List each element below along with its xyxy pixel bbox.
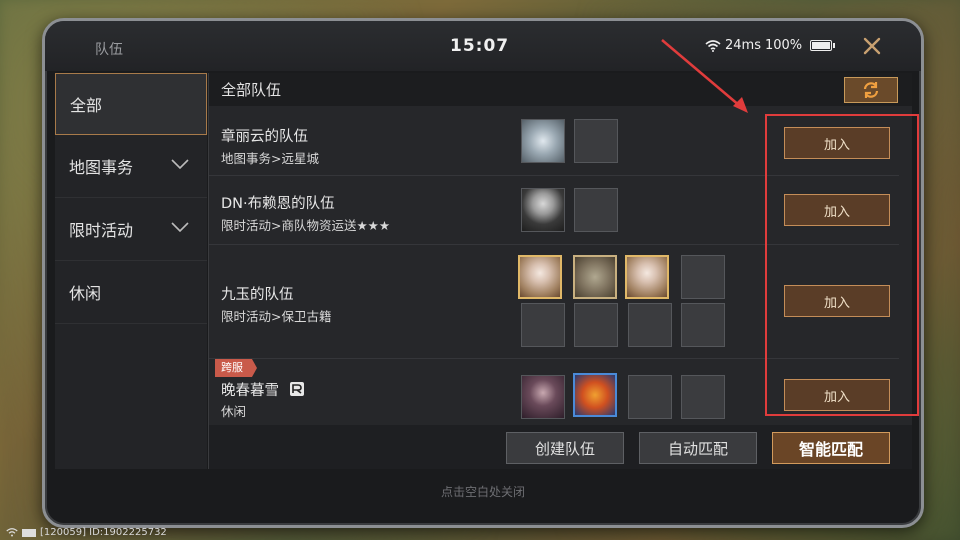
empty-slot — [681, 375, 725, 419]
close-icon — [863, 37, 881, 55]
team-name: 晚春暮雪 — [221, 383, 279, 399]
battery-icon — [22, 528, 36, 537]
list-title: 全部队伍 — [221, 81, 282, 99]
member-avatar — [521, 119, 565, 163]
team-name: 九玉的队伍 — [221, 287, 294, 303]
refresh-icon — [863, 82, 879, 98]
highlight-box — [765, 114, 919, 416]
empty-slot — [574, 119, 618, 163]
sidebar-item-label: 休闲 — [69, 284, 102, 303]
close-button[interactable] — [859, 33, 885, 59]
list-header: 全部队伍 — [209, 73, 912, 106]
close-hint: 点击空白处关闭 — [440, 485, 525, 499]
member-avatar — [573, 373, 617, 417]
empty-slot — [628, 375, 672, 419]
sidebar-item-leisure[interactable]: 休闲 — [55, 261, 207, 324]
wifi-icon — [6, 528, 18, 537]
chevron-down-icon — [171, 222, 189, 232]
refresh-button[interactable] — [844, 77, 898, 103]
empty-slot — [681, 255, 725, 299]
wifi-icon — [705, 39, 721, 52]
status-area: 24ms 100% — [705, 38, 836, 53]
latency: 24ms — [725, 38, 761, 53]
team-name: 章丽云的队伍 — [221, 129, 308, 145]
empty-slot — [628, 303, 672, 347]
member-avatar — [521, 375, 565, 419]
auto-match-button[interactable]: 自动匹配 — [639, 432, 757, 464]
team-activity: 休闲 — [221, 404, 247, 419]
clock: 15:07 — [450, 36, 510, 56]
team-activity: 限时活动>商队物资运送★★★ — [221, 218, 391, 233]
member-avatar — [573, 255, 617, 299]
sidebar-item-limited-events[interactable]: 限时活动 — [55, 198, 207, 261]
category-sidebar: 全部 地图事务 限时活动 休闲 — [55, 73, 207, 469]
cross-server-tag: 跨服 — [215, 359, 257, 377]
chevron-down-icon — [171, 159, 189, 169]
action-bar: 创建队伍 自动匹配 智能匹配 — [209, 425, 912, 469]
sidebar-item-label: 地图事务 — [69, 158, 134, 177]
member-avatar — [625, 255, 669, 299]
empty-slot — [681, 303, 725, 347]
smart-match-button[interactable]: 智能匹配 — [772, 432, 890, 464]
sidebar-item-label: 全部 — [70, 96, 103, 115]
team-activity: 地图事务>远星城 — [221, 151, 319, 166]
member-avatar — [521, 188, 565, 232]
sidebar-item-all[interactable]: 全部 — [55, 73, 207, 135]
create-team-button[interactable]: 创建队伍 — [506, 432, 624, 464]
leisure-icon — [290, 382, 304, 396]
team-name: DN·布赖恩的队伍 — [221, 196, 335, 212]
empty-slot — [521, 303, 565, 347]
member-avatar — [518, 255, 562, 299]
empty-slot — [574, 188, 618, 232]
battery-level: 100% — [764, 38, 803, 53]
sidebar-item-map-affairs[interactable]: 地图事务 — [55, 135, 207, 198]
battery-icon — [810, 40, 836, 51]
top-bar: 队伍 15:07 24ms 100% — [45, 21, 921, 71]
empty-slot — [574, 303, 618, 347]
sidebar-item-label: 限时活动 — [69, 221, 134, 240]
panel-title: 队伍 — [95, 42, 123, 58]
bottom-status-bar: [120059] ID:1902225732 — [6, 527, 167, 538]
team-activity: 限时活动>保卫古籍 — [221, 309, 332, 324]
user-id: [120059] ID:1902225732 — [40, 527, 167, 538]
